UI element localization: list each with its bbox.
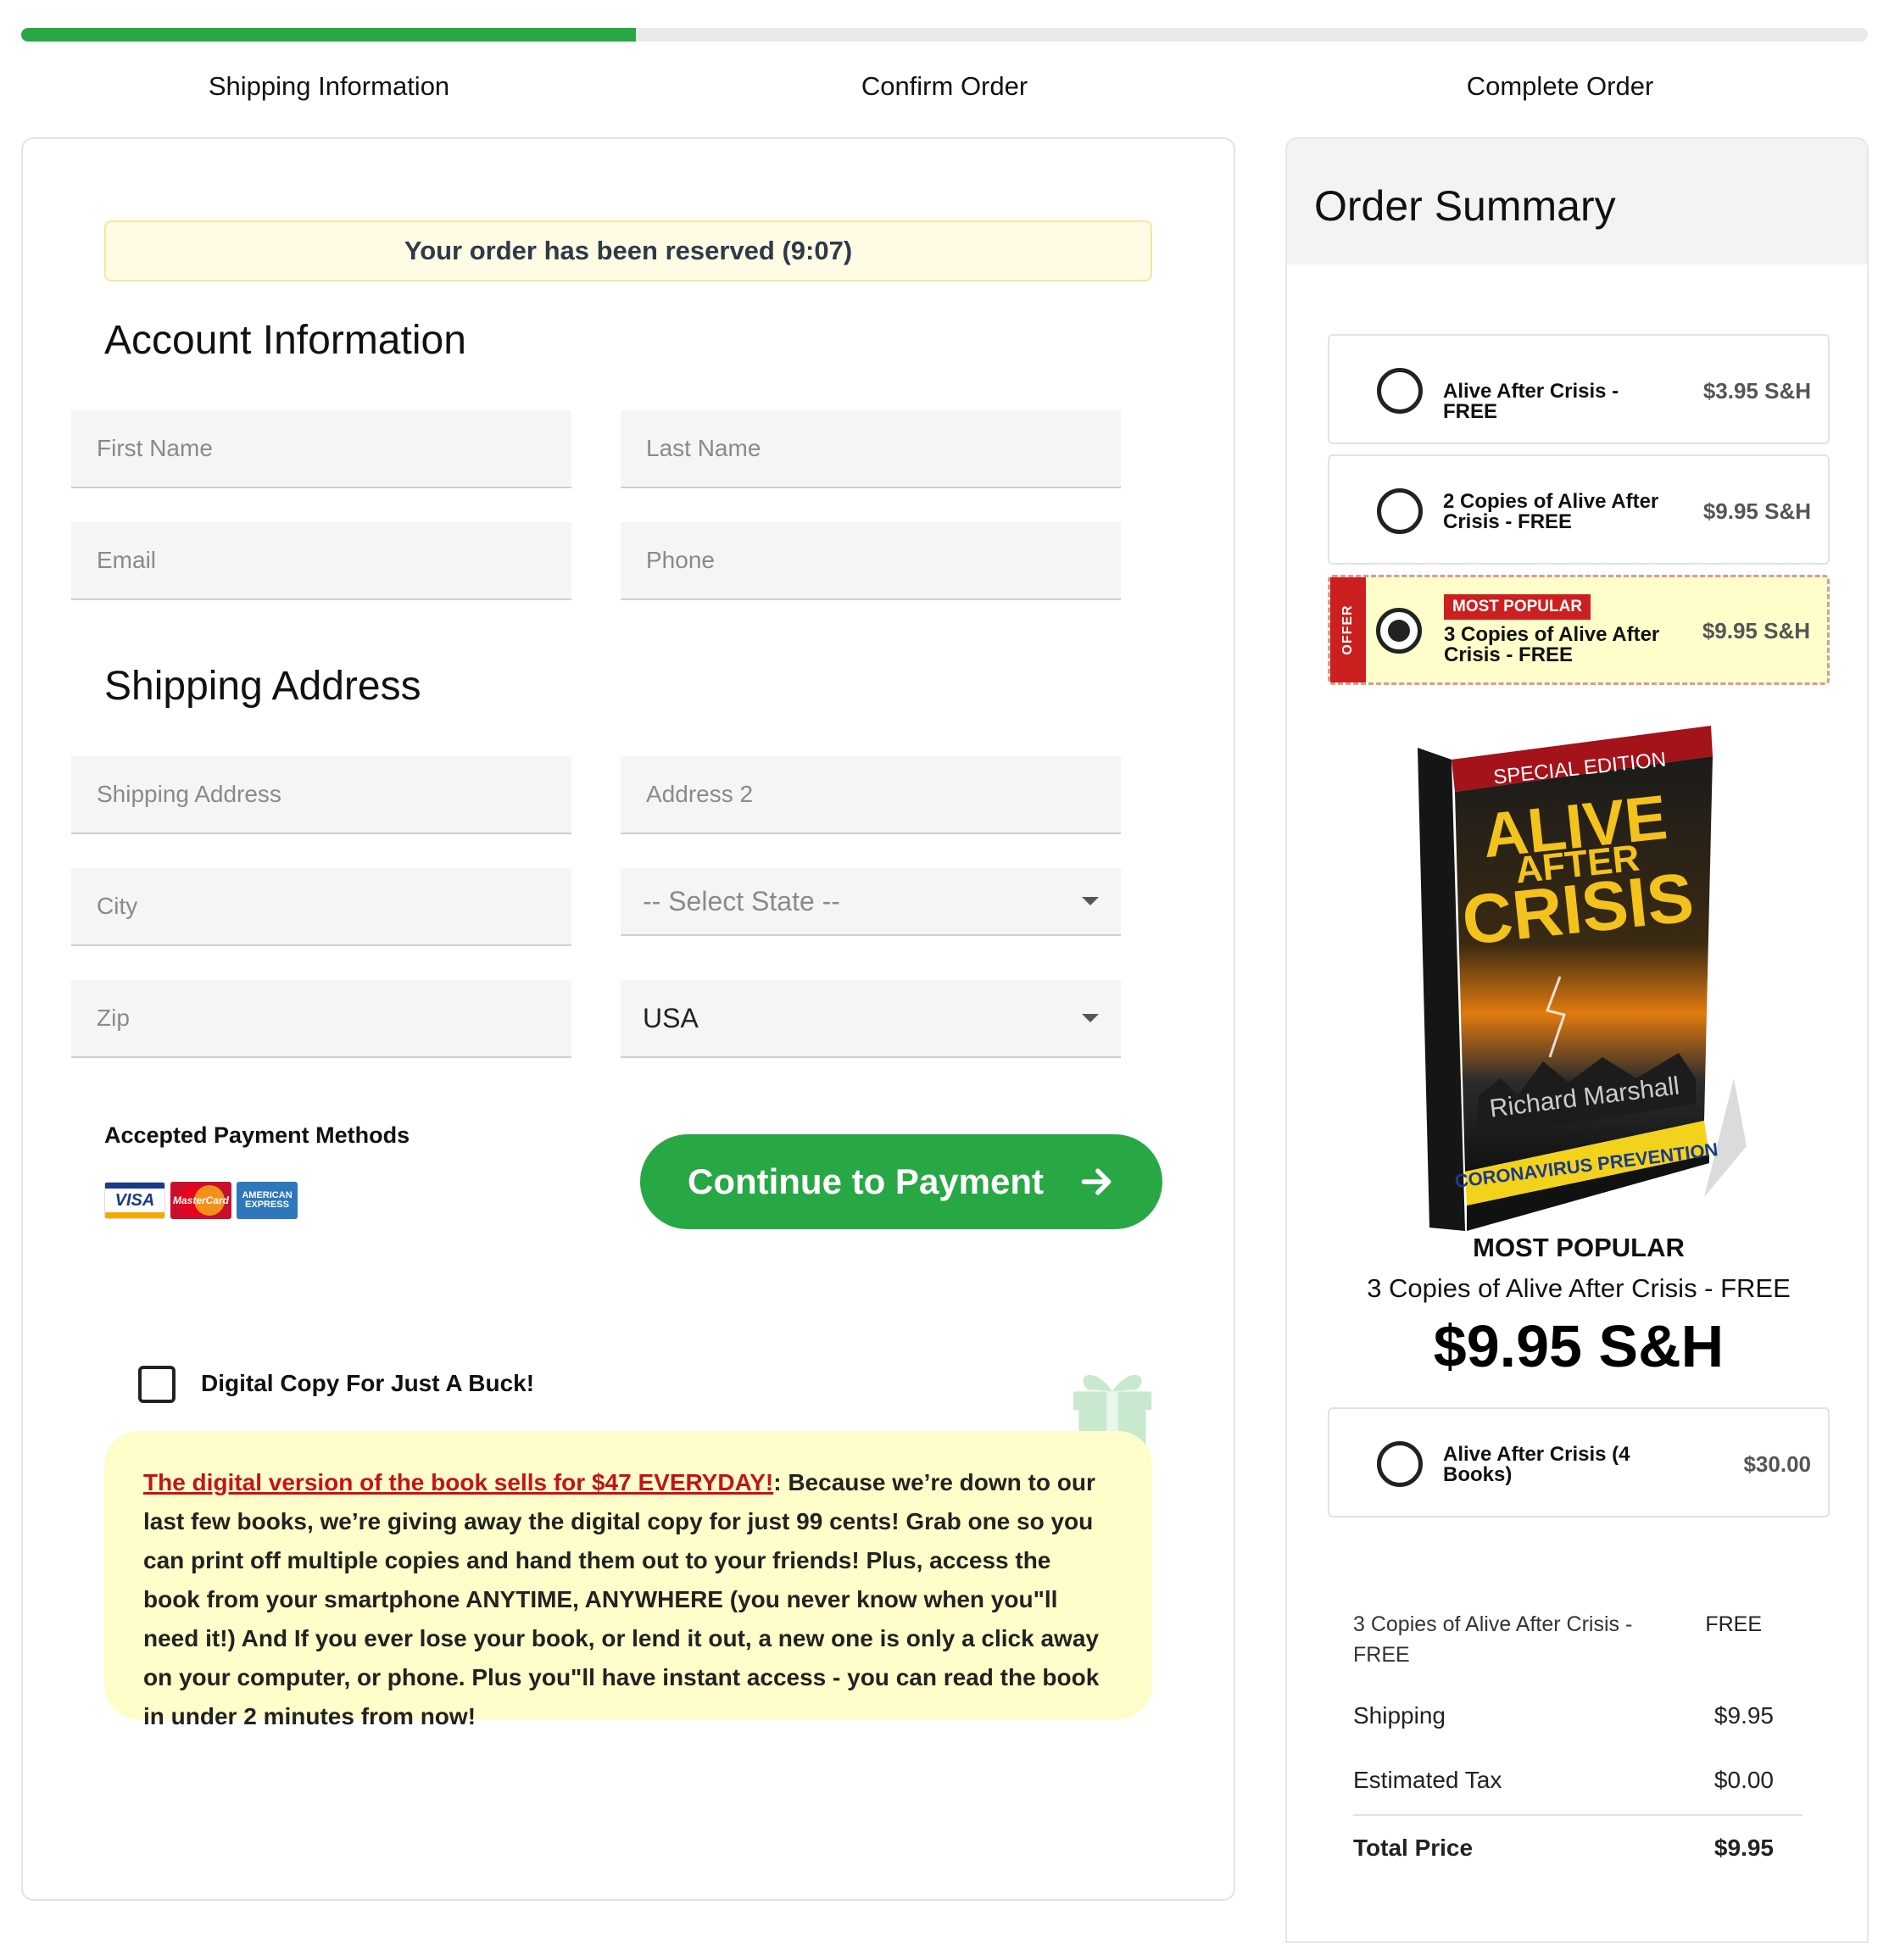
email-input[interactable] (71, 522, 571, 599)
option-price: $9.95 S&H (1702, 618, 1810, 643)
checkout-steps: Shipping Information Confirm Order Compl… (21, 71, 1868, 109)
line-item-value: $9.95 (1713, 1702, 1774, 1729)
total-value: $9.95 (1713, 1835, 1774, 1861)
payment-card-logos: VISA MasterCard AMERICAN EXPRESS (104, 1182, 298, 1219)
option-name: Alive After Crisis - FREE (1443, 380, 1619, 423)
line-item-shipping: Shipping $9.95 (1353, 1702, 1803, 1729)
state-select[interactable]: -- Select State -- (621, 868, 1121, 936)
option-radio-selected[interactable] (1376, 608, 1422, 654)
city-input[interactable] (71, 868, 571, 944)
step-confirm-order: Confirm Order (861, 71, 1028, 101)
featured-most-popular-label: MOST POPULAR (1473, 1233, 1685, 1262)
line-item-value: $0.00 (1713, 1767, 1774, 1793)
checkout-form-card: Your order has been reserved (9:07) Acco… (21, 137, 1235, 1901)
shipping-address-title: Shipping Address (104, 664, 421, 709)
zip-field (71, 980, 571, 1058)
option-4-books[interactable]: Alive After Crisis (4 Books) $30.00 (1328, 1407, 1830, 1517)
progress-fill (21, 28, 637, 42)
option-radio[interactable] (1377, 368, 1423, 414)
line-item-total: Total Price $9.95 (1353, 1835, 1803, 1862)
order-summary-header: Order Summary (1287, 139, 1867, 264)
option-1-book[interactable]: Alive After Crisis - FREE $3.95 S&H (1328, 334, 1830, 444)
chevron-down-icon (1082, 897, 1099, 905)
most-popular-badge: MOST POPULAR (1444, 594, 1591, 620)
first-name-field (71, 410, 571, 488)
last-name-field (621, 410, 1121, 488)
country-select-value: USA (643, 1002, 699, 1033)
step-complete-order: Complete Order (1466, 71, 1654, 101)
option-radio[interactable] (1377, 1441, 1423, 1487)
visa-icon: VISA (104, 1182, 165, 1219)
city-field (71, 868, 571, 946)
progress-bar (21, 28, 1868, 42)
continue-button-label: Continue to Payment (687, 1161, 1045, 1201)
line-item-label: 3 Copies of Alive After Crisis - FREE (1353, 1612, 1633, 1667)
phone-input[interactable] (621, 522, 1121, 599)
zip-input[interactable] (71, 980, 571, 1056)
option-2-books[interactable]: 2 Copies of Alive After Crisis - FREE $9… (1328, 454, 1830, 565)
featured-product-price: $9.95 S&H (1433, 1313, 1725, 1379)
book-cover-image: SPECIAL EDITION ALIVE AFTER CRISIS Richa… (1418, 726, 1747, 1231)
total-label: Total Price (1353, 1835, 1474, 1861)
option-price: $9.95 S&H (1702, 498, 1811, 524)
line-item-estimated-tax: Estimated Tax $0.00 (1353, 1767, 1803, 1794)
first-name-input[interactable] (71, 410, 571, 487)
divider (1353, 1814, 1803, 1816)
option-name: Alive After Crisis (4 Books) (1443, 1443, 1630, 1486)
continue-to-payment-button[interactable]: Continue to Payment (640, 1134, 1162, 1229)
featured-product-name: 3 Copies of Alive After Crisis - FREE (1367, 1273, 1791, 1303)
offer-tag: OFFER (1330, 577, 1366, 682)
shipping-address-field (71, 756, 571, 834)
payment-methods-label: Accepted Payment Methods (104, 1122, 410, 1148)
line-item-label: Shipping (1353, 1702, 1446, 1729)
reservation-notice: Your order has been reserved (9:07) (104, 220, 1152, 281)
last-name-input[interactable] (621, 410, 1121, 487)
line-item-label: Estimated Tax (1353, 1767, 1502, 1793)
option-name: 3 Copies of Alive After Crisis - FREE (1444, 623, 1660, 666)
option-name: 2 Copies of Alive After Crisis - FREE (1443, 490, 1659, 533)
option-price: $30.00 (1743, 1451, 1811, 1477)
amex-icon: AMERICAN EXPRESS (237, 1182, 298, 1219)
address-2-field (621, 756, 1121, 834)
account-information-title: Account Information (104, 318, 466, 363)
shipping-address-input[interactable] (71, 756, 571, 832)
promo-highlight: The digital version of the book sells fo… (143, 1469, 774, 1495)
digital-copy-promo: The digital version of the book sells fo… (104, 1431, 1152, 1729)
digital-copy-checkbox[interactable] (138, 1366, 176, 1403)
option-3-books-featured[interactable]: OFFER MOST POPULAR 3 Copies of Alive Aft… (1328, 575, 1830, 685)
address-2-input[interactable] (621, 756, 1121, 832)
line-item-product: 3 Copies of Alive After Crisis - FREE FR… (1353, 1609, 1803, 1670)
mastercard-icon: MasterCard (170, 1182, 231, 1219)
order-summary-title: Order Summary (1314, 182, 1616, 230)
state-select-value: -- Select State -- (643, 885, 840, 916)
promo-body: : Because we’re down to our last few boo… (143, 1469, 1100, 1729)
arrow-right-icon (1081, 1168, 1112, 1195)
country-select[interactable]: USA (621, 980, 1121, 1058)
step-shipping-information: Shipping Information (208, 71, 450, 101)
option-price: $3.95 S&H (1702, 378, 1811, 404)
line-item-value: FREE (1705, 1612, 1762, 1636)
option-radio[interactable] (1377, 488, 1423, 534)
digital-copy-label[interactable]: Digital Copy For Just A Buck! (201, 1370, 534, 1397)
email-field (71, 522, 571, 600)
chevron-down-icon (1082, 1014, 1099, 1022)
phone-field (621, 522, 1121, 600)
order-summary-card: Order Summary Alive After Crisis - FREE … (1285, 137, 1869, 1943)
